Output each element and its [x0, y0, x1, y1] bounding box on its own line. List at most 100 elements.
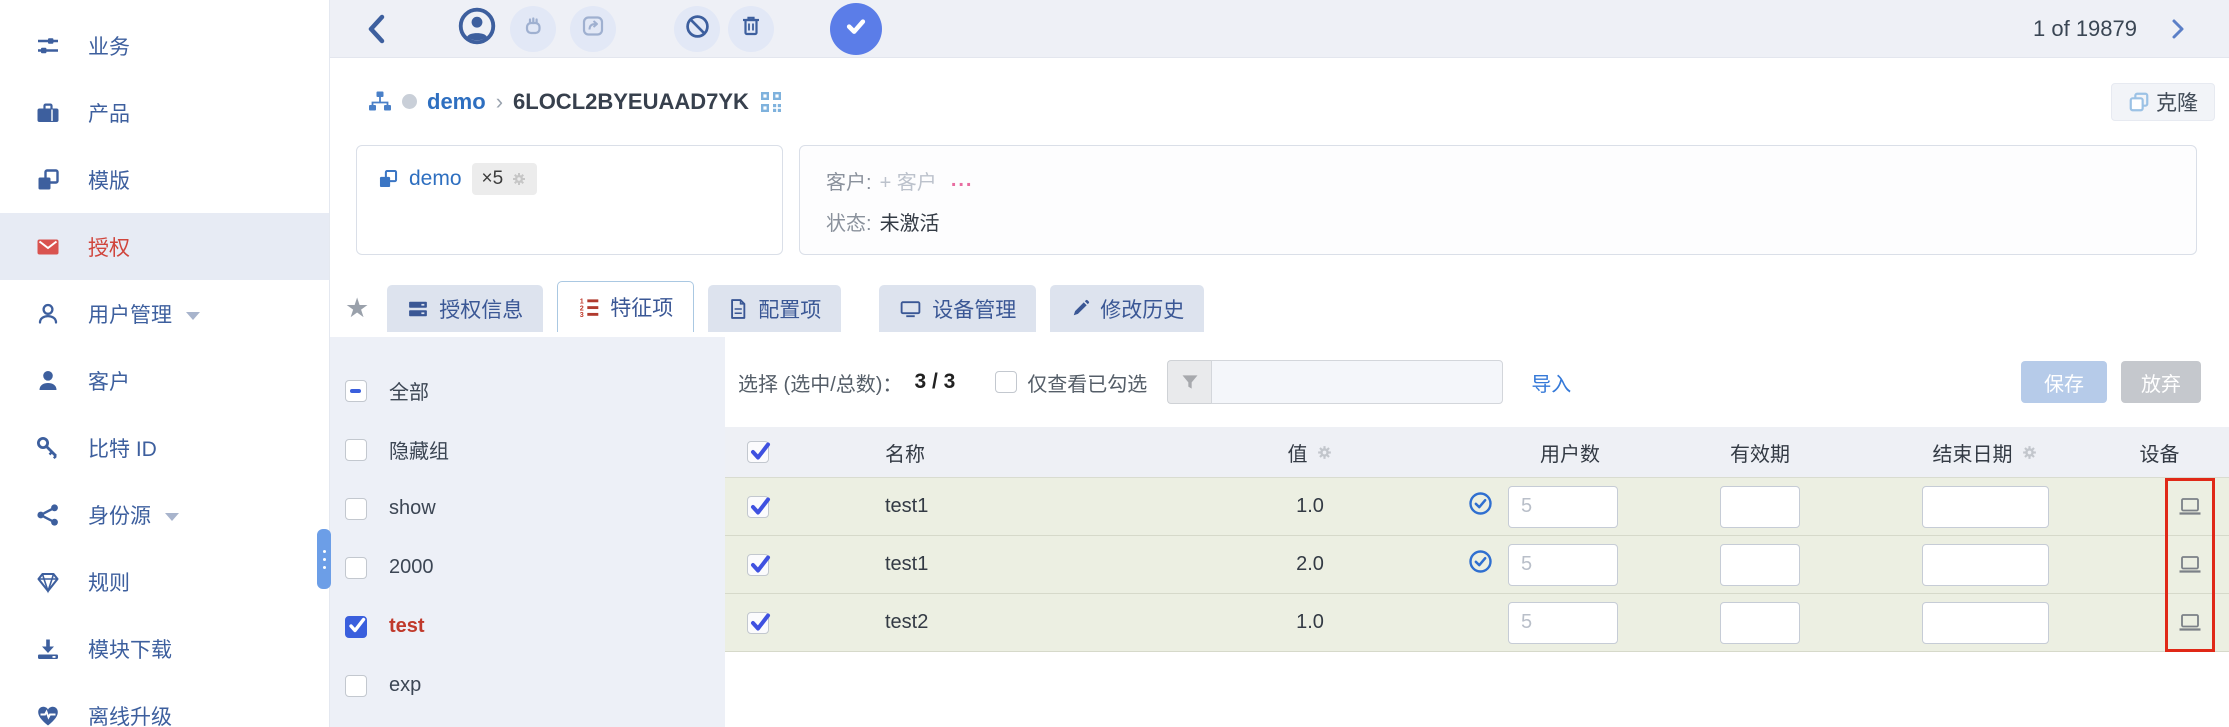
tab-change-history[interactable]: 修改历史 [1050, 285, 1205, 332]
sidebar-item-templates[interactable]: 模版 [0, 146, 329, 213]
sidebar-item-products[interactable]: 产品 [0, 79, 329, 146]
end-date-input[interactable] [1921, 543, 2049, 586]
templates-icon [33, 167, 63, 193]
table-row: test1 2.0 [725, 536, 2229, 594]
next-record-button[interactable] [2169, 17, 2187, 41]
checkbox-unchecked[interactable] [345, 556, 367, 579]
column-header-value: 值 [1287, 443, 1308, 466]
validity-input[interactable] [1720, 543, 1800, 586]
table-filter-input[interactable] [1211, 360, 1504, 404]
customer-status-card: 客户: + 客户 ... 状态: 未激活 [799, 145, 2197, 255]
only-checked-checkbox[interactable] [995, 371, 1018, 393]
group-filter-test[interactable]: test [330, 597, 725, 656]
discard-button[interactable]: 放弃 [2121, 361, 2201, 403]
users-count-input[interactable] [1508, 601, 1618, 644]
checkbox-unchecked[interactable] [345, 674, 367, 697]
validity-input[interactable] [1720, 601, 1800, 644]
sidebar-item-label: 模块下载 [88, 638, 172, 662]
breadcrumb-parent-link[interactable]: demo [427, 89, 486, 115]
delete-button[interactable] [728, 5, 774, 52]
briefcase-icon [33, 100, 63, 126]
sidebar-item-label: 用户管理 [88, 303, 172, 327]
gear-icon[interactable] [2021, 444, 2038, 461]
disable-button[interactable] [674, 5, 720, 52]
users-count-input[interactable] [1508, 543, 1618, 586]
back-button[interactable] [362, 12, 392, 46]
sidebar-item-authorization[interactable]: 授权 [0, 213, 329, 280]
file-icon [728, 298, 748, 320]
row-checkbox[interactable] [746, 553, 770, 576]
group-filter-exp[interactable]: exp [330, 656, 725, 715]
add-customer-button[interactable]: + 客户 [880, 166, 937, 195]
hand-icon [520, 13, 546, 44]
group-filter-hidden[interactable]: 隐藏组 [330, 420, 725, 479]
feature-value: 1.0 [1296, 495, 1324, 517]
sidebar: 业务 产品 模版 授权 用户管理 客户 比特 ID 身份源 规则 模块下载 离线… [0, 0, 330, 727]
check-icon [841, 11, 871, 46]
validity-input[interactable] [1720, 485, 1800, 528]
group-filter-all[interactable]: 全部 [330, 361, 725, 420]
row-checkbox[interactable] [746, 495, 770, 518]
assign-user-button[interactable] [454, 6, 500, 52]
funnel-icon [1167, 360, 1212, 404]
record-toolbar: 1 of 19879 [330, 0, 2229, 58]
tab-label: 特征项 [610, 297, 674, 320]
end-date-input[interactable] [1921, 601, 2049, 644]
users-count-input[interactable] [1508, 485, 1618, 528]
summary-cards: demo ×5 客户: + 客户 ... 状态: 未激活 [330, 145, 2229, 255]
qr-code-icon[interactable] [759, 90, 783, 114]
laptop-icon[interactable] [2177, 611, 2203, 635]
checkbox-indeterminate[interactable] [345, 379, 367, 402]
feature-name: test1 [885, 553, 929, 575]
sidebar-item-identity-source[interactable]: 身份源 [0, 481, 329, 548]
sliders-icon [33, 33, 63, 59]
import-link[interactable]: 导入 [1531, 368, 1571, 397]
hold-button[interactable] [510, 5, 556, 52]
user-outline-icon [33, 301, 63, 327]
share-forward-icon [580, 13, 606, 44]
sidebar-item-offline-upgrade[interactable]: 离线升级 [0, 682, 329, 727]
sidebar-item-rules[interactable]: 规则 [0, 548, 329, 615]
select-all-checkbox[interactable] [746, 441, 770, 463]
sidebar-item-user-management[interactable]: 用户管理 [0, 280, 329, 347]
user-circle-icon [456, 5, 498, 52]
breadcrumb: demo › 6LOCL2BYEUAAD7YK [367, 89, 783, 115]
approve-button[interactable] [830, 2, 882, 55]
group-filter-2000[interactable]: 2000 [330, 538, 725, 597]
forward-button[interactable] [570, 5, 616, 52]
template-count-chip[interactable]: ×5 [471, 163, 538, 195]
sidebar-item-customers[interactable]: 客户 [0, 347, 329, 414]
sidebar-item-business[interactable]: 业务 [0, 12, 329, 79]
group-filter-panel: 全部 隐藏组 show 2000 test exp [330, 337, 725, 727]
tab-config-items[interactable]: 配置项 [708, 285, 842, 332]
laptop-icon[interactable] [2177, 553, 2203, 577]
tab-feature-items[interactable]: 123 特征项 [557, 281, 695, 332]
sidebar-item-label: 授权 [88, 236, 130, 260]
template-count-badge: ×5 [481, 168, 504, 189]
status-value: 未激活 [879, 213, 940, 235]
favorite-star-icon[interactable]: ★ [345, 293, 369, 324]
tab-device-management[interactable]: 设备管理 [879, 285, 1037, 332]
save-button[interactable]: 保存 [2021, 361, 2107, 403]
template-tag-card: demo ×5 [356, 145, 783, 255]
sidebar-item-label: 离线升级 [88, 705, 172, 727]
sidebar-item-module-download[interactable]: 模块下载 [0, 615, 329, 682]
customer-label: 客户: [826, 172, 872, 194]
checkbox-unchecked[interactable] [345, 497, 367, 520]
laptop-icon[interactable] [2177, 495, 2203, 519]
checkbox-unchecked[interactable] [345, 438, 367, 461]
clone-button[interactable]: 克隆 [2111, 82, 2215, 121]
sidebar-item-label: 客户 [88, 370, 130, 394]
sidebar-item-bit-id[interactable]: 比特 ID [0, 414, 329, 481]
sidebar-item-label: 比特 ID [88, 437, 157, 461]
panel-resize-handle[interactable] [317, 529, 331, 589]
row-checkbox[interactable] [746, 611, 770, 634]
template-link[interactable]: demo [409, 167, 462, 191]
tab-authorization-info[interactable]: 授权信息 [387, 285, 544, 332]
checkbox-checked[interactable] [345, 615, 367, 638]
group-filter-show[interactable]: show [330, 479, 725, 538]
end-date-input[interactable] [1921, 485, 2049, 528]
chevron-down-icon [186, 311, 200, 320]
gear-icon[interactable] [1316, 444, 1333, 461]
more-link[interactable]: ... [951, 169, 974, 192]
